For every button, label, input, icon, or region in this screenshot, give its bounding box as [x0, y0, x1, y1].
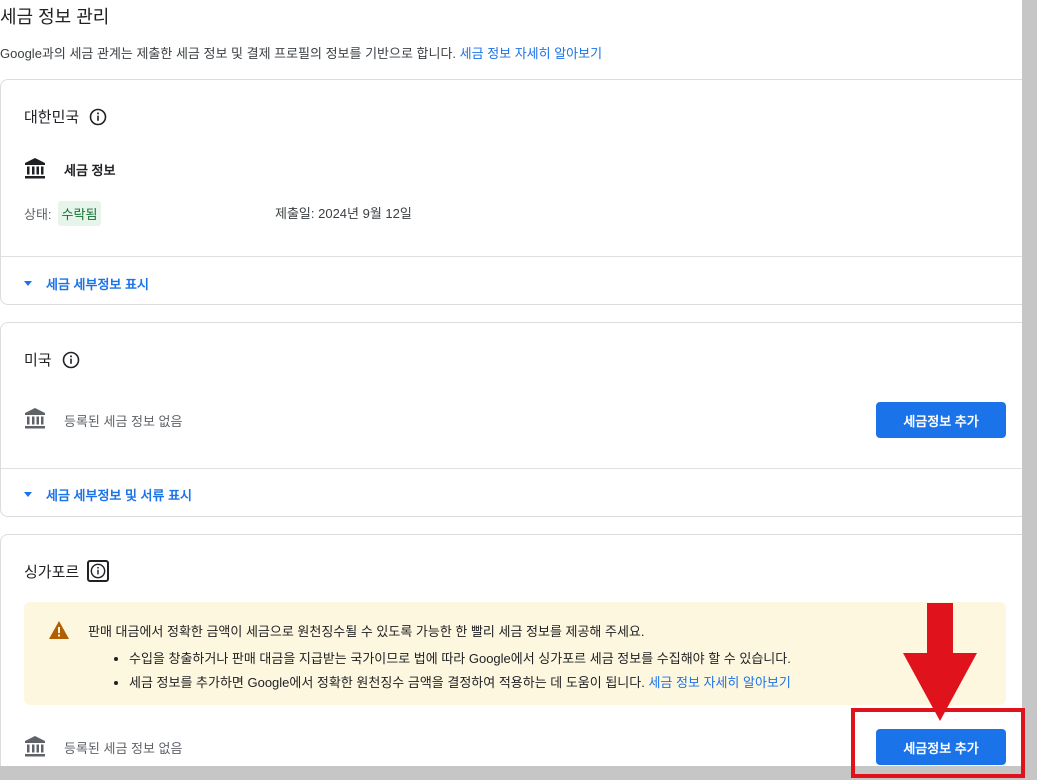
warning-bullet: 세금 정보를 추가하면 Google에서 정확한 원천징수 금액을 결정하여 적…: [129, 672, 791, 691]
expand-label: 세금 세부정보 및 서류 표시: [46, 488, 193, 503]
chevron-down-icon: [24, 281, 32, 286]
usa-card-header: 미국: [24, 349, 80, 370]
no-tax-info-text: 등록된 세금 정보 없음: [64, 741, 183, 756]
warning-bullet-text: 세금 정보를 추가하면 Google에서 정확한 원천징수 금액을 결정하여 적…: [129, 675, 645, 690]
chevron-down-icon: [24, 492, 32, 497]
tax-info-section-label: 세금 정보: [64, 163, 116, 178]
status-badge: 수락됨: [57, 201, 102, 226]
bank-icon: [24, 735, 46, 757]
usa-tax-card: 미국 등록된 세금 정보 없음 세금정보 추가 세금 세부정보 및 서류 표시: [0, 322, 1022, 517]
info-icon[interactable]: [89, 108, 107, 126]
learn-more-link[interactable]: 세금 정보 자세히 알아보기: [648, 675, 790, 690]
divider: [1, 256, 1022, 257]
warning-text: 판매 대금에서 정확한 금액이 세금으로 원천징수될 수 있도록 가능한 한 빨…: [88, 624, 645, 639]
description-text: Google과의 세금 관계는 제출한 세금 정보 및 결제 프로필의 정보를 …: [0, 46, 457, 61]
show-tax-details-button[interactable]: 세금 세부정보 표시: [24, 274, 149, 293]
page-description: Google과의 세금 관계는 제출한 세금 정보 및 결제 프로필의 정보를 …: [0, 43, 602, 62]
singapore-card-header: 싱가포르: [24, 560, 110, 582]
divider: [1, 468, 1022, 469]
warning-icon: [48, 620, 70, 640]
highlight-box: [851, 708, 1025, 778]
show-tax-details-documents-button[interactable]: 세금 세부정보 및 서류 표시: [24, 485, 192, 504]
bank-icon: [24, 407, 46, 429]
warning-bullets: 수입을 창출하거나 판매 대금을 지급받는 국가이므로 법에 따라 Google…: [129, 648, 791, 696]
no-tax-info-text: 등록된 세금 정보 없음: [64, 414, 183, 429]
status-label: 상태:: [24, 207, 52, 222]
submitted-date: 제출일: 2024년 9월 12일: [275, 206, 412, 221]
learn-more-link[interactable]: 세금 정보 자세히 알아보기: [460, 46, 602, 61]
expand-label: 세금 세부정보 표시: [46, 277, 149, 292]
status-row: 상태: 수락됨: [24, 201, 102, 226]
country-name: 미국: [24, 352, 52, 369]
warning-banner: 판매 대금에서 정확한 금액이 세금으로 원천징수될 수 있도록 가능한 한 빨…: [24, 602, 1006, 705]
page-title: 세금 정보 관리: [0, 7, 110, 27]
korea-card-header: 대한민국: [24, 106, 107, 127]
red-arrow-annotation: [903, 603, 977, 721]
country-name: 대한민국: [24, 109, 80, 126]
info-icon[interactable]: [87, 560, 110, 582]
warning-bullet: 수입을 창출하거나 판매 대금을 지급받는 국가이므로 법에 따라 Google…: [129, 648, 791, 667]
country-name: 싱가포르: [24, 563, 80, 581]
tax-info-page: 세금 정보 관리 Google과의 세금 관계는 제출한 세금 정보 및 결제 …: [0, 0, 1022, 766]
info-icon[interactable]: [62, 351, 80, 369]
korea-tax-card: 대한민국 세금 정보 상태: 수락됨 제출일: 2024년 9월 12일 세금 …: [0, 79, 1022, 305]
add-tax-info-button[interactable]: 세금정보 추가: [876, 402, 1006, 438]
bank-icon: [24, 157, 46, 179]
